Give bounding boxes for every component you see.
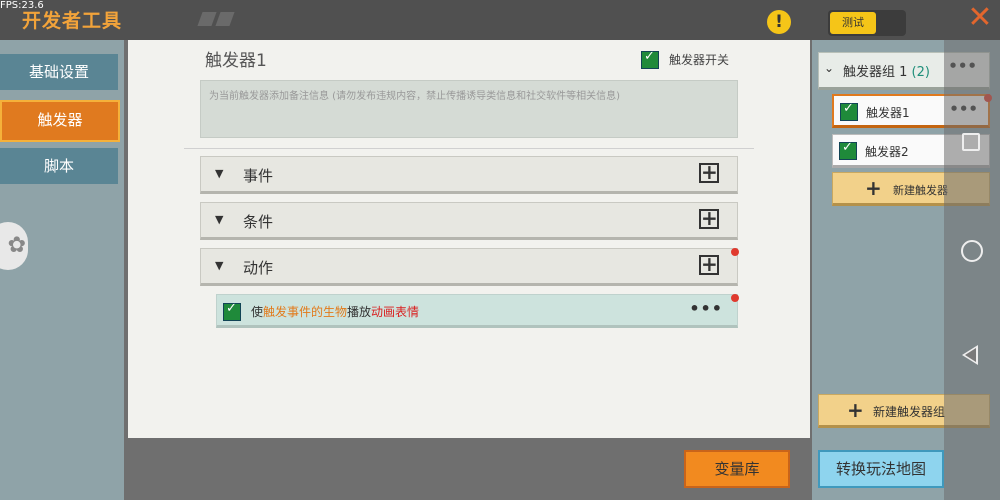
section-events[interactable]: ▼ 事件 + bbox=[200, 156, 738, 194]
system-nav-bar bbox=[944, 40, 1000, 500]
trigger-group-name: 触发器组 1 (2) bbox=[843, 65, 930, 80]
divider bbox=[184, 148, 754, 149]
title-bar: 开发者工具 ! 测试 ✕ bbox=[0, 0, 1000, 40]
triangle-down-icon: ▼ bbox=[215, 259, 224, 272]
test-toggle-label: 测试 bbox=[830, 12, 876, 34]
trigger-switch-label: 触发器开关 bbox=[669, 53, 730, 67]
recent-apps-icon[interactable] bbox=[962, 133, 980, 151]
trigger-checkbox[interactable] bbox=[839, 140, 857, 160]
plus-icon: + bbox=[847, 398, 864, 422]
exclamation-icon[interactable]: ! bbox=[767, 10, 791, 34]
decoration-stripe bbox=[215, 12, 235, 26]
notification-dot bbox=[731, 248, 739, 256]
section-conditions[interactable]: ▼ 条件 + bbox=[200, 202, 738, 240]
action-checkbox[interactable] bbox=[223, 301, 241, 321]
trigger-label: 触发器2 bbox=[865, 145, 909, 159]
trigger-editor: 触发器1 触发器开关 为当前触发器添加备注信息 (请勿发布违规内容，禁止传播诱导… bbox=[128, 40, 810, 438]
fps-counter: FPS:23.6 bbox=[0, 0, 44, 11]
decoration-stripe bbox=[197, 12, 217, 26]
remark-input[interactable]: 为当前触发器添加备注信息 (请勿发布违规内容，禁止传播诱导类信息和社交软件等相关… bbox=[200, 80, 738, 138]
section-actions[interactable]: ▼ 动作 + bbox=[200, 248, 738, 286]
convert-map-button[interactable]: 转换玩法地图 bbox=[818, 450, 944, 488]
close-icon[interactable]: ✕ bbox=[962, 0, 998, 36]
action-item[interactable]: 使触发事件的生物播放动画表情 ••• bbox=[216, 294, 738, 328]
triangle-down-icon: ▼ bbox=[215, 213, 224, 226]
left-sidebar: 基础设置 触发器 脚本 ✿ bbox=[0, 40, 124, 500]
trigger-switch-checkbox[interactable] bbox=[641, 49, 659, 69]
sidebar-item-triggers[interactable]: 触发器 bbox=[0, 100, 120, 142]
floating-settings-icon[interactable]: ✿ bbox=[0, 222, 28, 270]
add-condition-button[interactable]: + bbox=[699, 208, 719, 229]
variable-library-button[interactable]: 变量库 bbox=[684, 450, 790, 488]
add-event-button[interactable]: + bbox=[699, 162, 719, 183]
section-label: 条件 bbox=[243, 213, 274, 231]
add-action-button[interactable]: + bbox=[699, 254, 719, 275]
trigger-checkbox[interactable] bbox=[840, 101, 858, 121]
home-icon[interactable] bbox=[961, 240, 983, 262]
action-text: 使触发事件的生物播放动画表情 bbox=[251, 305, 420, 319]
notification-dot bbox=[731, 294, 739, 302]
sidebar-item-script[interactable]: 脚本 bbox=[0, 148, 118, 184]
trigger-title: 触发器1 bbox=[205, 51, 267, 71]
triangle-down-icon: ▼ bbox=[215, 167, 224, 180]
section-label: 事件 bbox=[243, 167, 274, 185]
more-options-icon[interactable]: ••• bbox=[689, 299, 723, 318]
chevron-down-icon: ⌄ bbox=[824, 61, 835, 75]
back-icon-inner bbox=[965, 348, 976, 362]
plus-icon: + bbox=[865, 176, 882, 200]
trigger-label: 触发器1 bbox=[866, 106, 910, 120]
test-toggle[interactable]: 测试 bbox=[828, 10, 906, 36]
sidebar-item-basic-settings[interactable]: 基础设置 bbox=[0, 54, 118, 90]
section-label: 动作 bbox=[243, 259, 274, 277]
